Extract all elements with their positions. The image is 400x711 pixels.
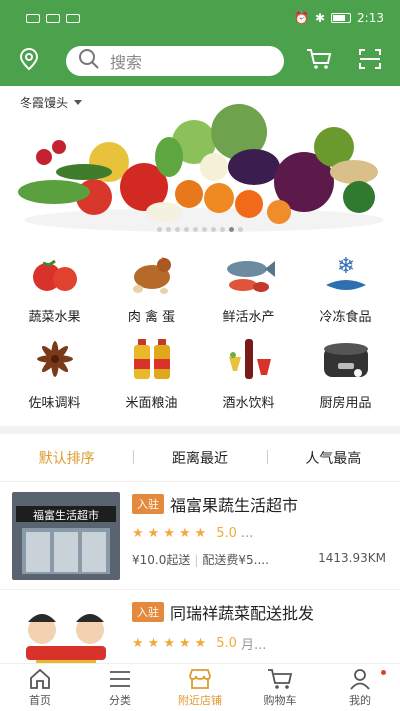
tomato-icon xyxy=(27,250,83,296)
tab-label: 附近店铺 xyxy=(178,693,222,707)
notification-dot xyxy=(381,670,386,675)
chicken-icon xyxy=(124,250,180,296)
min-order: ¥10.0起送 xyxy=(132,553,191,567)
settled-badge: 入驻 xyxy=(132,602,164,622)
settled-badge: 入驻 xyxy=(132,494,164,514)
shop-meta: ¥10.0起送 | 配送费¥5.... 1413.93KM xyxy=(132,551,386,567)
sort-bar: 默认排序 距离最近 人气最高 xyxy=(0,434,400,482)
tab-mine[interactable]: 我的 xyxy=(320,664,400,711)
category-label: 米面粮油 xyxy=(125,396,178,411)
category-label: 肉 禽 蛋 xyxy=(127,310,176,325)
tab-label: 购物车 xyxy=(263,693,297,707)
delivery-fee: 配送费¥5.... xyxy=(202,553,269,567)
tab-label: 首页 xyxy=(29,693,51,707)
rice-cooker-icon xyxy=(318,336,374,382)
sort-default-tab[interactable]: 默认排序 xyxy=(0,448,133,468)
drinks-icon xyxy=(221,336,277,382)
shop-name: 福富果蔬生活超市 xyxy=(170,496,299,515)
snowflake-fish-icon: ❄ xyxy=(318,250,374,296)
category-vegetables-fruits[interactable]: 蔬菜水果 xyxy=(6,246,103,332)
bottom-tab-bar: 首页 分类 附近店铺 购物车 我的 xyxy=(0,663,400,711)
store-icon xyxy=(189,668,211,689)
star-icon: ★ xyxy=(163,636,175,651)
bluetooth-icon: ✱ xyxy=(314,11,326,25)
category-label: 鲜活水产 xyxy=(222,310,275,325)
category-seasoning[interactable]: 佐味调料 xyxy=(6,332,103,418)
star-icon: ★ xyxy=(163,526,175,541)
tab-label: 我的 xyxy=(349,693,371,707)
svg-text:福富生活超市: 福富生活超市 xyxy=(33,508,99,522)
star-icon: ★ xyxy=(194,526,207,541)
tab-category[interactable]: 分类 xyxy=(80,664,160,711)
user-icon xyxy=(350,668,370,690)
status-bar: ⏰ ✱ 2:13 xyxy=(0,0,400,36)
sim-icon xyxy=(26,13,40,23)
cart-icon[interactable] xyxy=(306,48,332,74)
tab-home[interactable]: 首页 xyxy=(0,664,80,711)
search-input[interactable]: 搜索 xyxy=(66,46,284,76)
shop-name: 同瑞祥蔬菜配送批发 xyxy=(170,604,315,623)
category-label: 酒水饮料 xyxy=(222,396,275,411)
search-placeholder: 搜索 xyxy=(110,53,143,72)
sort-distance-tab[interactable]: 距离最近 xyxy=(133,448,266,468)
category-seafood[interactable]: 鲜活水产 xyxy=(200,246,297,332)
section-divider xyxy=(0,426,400,434)
banner-pagination xyxy=(0,227,400,232)
category-grid: 蔬菜水果 肉 禽 蛋 鲜活水产 ❄ 冷冻食品 佐味调料 米面粮油 酒水饮料 厨房… xyxy=(0,238,400,418)
tab-cart[interactable]: 购物车 xyxy=(240,664,320,711)
top-header: 搜索 xyxy=(0,36,400,86)
list-icon xyxy=(110,670,130,687)
tab-label: 分类 xyxy=(109,693,131,707)
tab-nearby-shops[interactable]: 附近店铺 xyxy=(160,664,240,711)
rating-score: 5.0 xyxy=(216,526,237,541)
rating-more: 月... xyxy=(240,638,267,653)
category-label: 厨房用品 xyxy=(319,396,372,411)
star-anise-icon xyxy=(27,336,83,382)
oil-bottle-icon xyxy=(124,336,180,382)
cart-icon xyxy=(268,668,293,689)
wifi-icon xyxy=(66,13,80,23)
star-icon: ★ xyxy=(132,636,144,651)
star-icon: ★ xyxy=(194,636,207,651)
star-icon: ★ xyxy=(147,636,160,651)
fish-icon xyxy=(221,250,277,296)
category-drinks[interactable]: 酒水饮料 xyxy=(200,332,297,418)
search-icon xyxy=(78,48,110,74)
shop-list-item[interactable]: 福富生活超市 入驻 福富果蔬生活超市 ★ ★ ★ ★ ★ 5.0 ... ¥10… xyxy=(0,482,400,590)
category-meat-poultry-eggs[interactable]: 肉 禽 蛋 xyxy=(103,246,200,332)
signal-icon xyxy=(46,13,60,23)
category-label: 冷冻食品 xyxy=(319,310,372,325)
category-grain-oil[interactable]: 米面粮油 xyxy=(103,332,200,418)
rating-score: 5.0 xyxy=(216,636,237,651)
star-icon: ★ xyxy=(178,636,191,651)
rating-more: ... xyxy=(240,526,254,541)
status-time: 2:13 xyxy=(357,11,384,25)
location-pin-icon[interactable] xyxy=(18,47,40,75)
svg-text:❄: ❄ xyxy=(336,254,354,279)
category-label: 佐味调料 xyxy=(28,396,81,411)
vegetables-image xyxy=(18,104,384,232)
shop-distance: 1413.93KM xyxy=(318,551,386,565)
category-label: 蔬菜水果 xyxy=(28,310,81,325)
promo-banner[interactable]: 冬霞馒头 xyxy=(0,86,400,238)
home-icon xyxy=(30,668,50,689)
sort-popular-tab[interactable]: 人气最高 xyxy=(266,448,400,468)
star-icon: ★ xyxy=(147,526,160,541)
battery-icon xyxy=(331,13,352,23)
status-left xyxy=(26,13,80,23)
star-icon: ★ xyxy=(178,526,191,541)
shop-rating: ★ ★ ★ ★ ★ 5.0 月... xyxy=(132,634,388,653)
alarm-icon: ⏰ xyxy=(294,11,309,25)
category-frozen-food[interactable]: ❄ 冷冻食品 xyxy=(297,246,394,332)
shop-thumbnail: 福富生活超市 xyxy=(12,492,120,580)
shop-rating: ★ ★ ★ ★ ★ 5.0 ... xyxy=(132,526,388,541)
star-icon: ★ xyxy=(132,526,144,541)
status-right: ⏰ ✱ 2:13 xyxy=(294,11,384,25)
shop-info: 入驻 福富果蔬生活超市 ★ ★ ★ ★ ★ 5.0 ... ¥10.0起送 | 配送… xyxy=(132,492,388,579)
scan-icon[interactable] xyxy=(358,48,382,74)
category-kitchenware[interactable]: 厨房用品 xyxy=(297,332,394,418)
